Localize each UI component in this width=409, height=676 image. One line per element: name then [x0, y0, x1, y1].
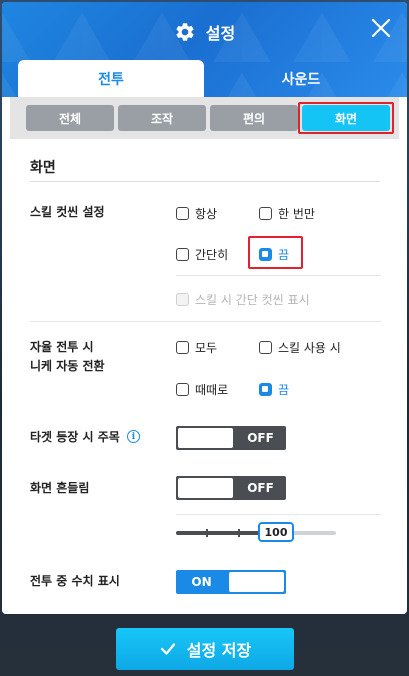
auto-switch-off-option[interactable]: 끔: [259, 381, 289, 398]
auto-switch-sometimes-option[interactable]: 때때로: [176, 381, 228, 398]
damage-display-toggle[interactable]: ON: [176, 570, 286, 594]
checkbox[interactable]: [259, 341, 272, 354]
screen-shake-toggle[interactable]: OFF: [176, 476, 286, 500]
checkbox-disabled: [176, 293, 189, 306]
checkbox[interactable]: [176, 341, 189, 354]
slider-tick: [238, 529, 240, 537]
screen-shake-label: 화면 흔들림: [30, 481, 90, 495]
option-label: 스킬 시 간단 컷씬 표시: [195, 293, 310, 307]
info-icon[interactable]: i: [127, 430, 140, 443]
slider-tick: [206, 529, 208, 537]
toggle-label: ON: [191, 575, 212, 589]
dialog-title: 설정: [205, 24, 236, 43]
skill-cutscene-simple-option[interactable]: 간단히: [176, 246, 228, 263]
toggle-knob: [178, 478, 233, 498]
option-label: 한 번만: [278, 207, 315, 221]
option-label: 간단히: [195, 248, 229, 262]
option-label: 항상: [195, 207, 218, 221]
row-divider: [30, 321, 381, 322]
save-button-label: 설정 저장: [186, 641, 252, 660]
subtab-all[interactable]: 전체: [26, 105, 114, 131]
subtabs-bar: 전체 조작 편의 화면: [10, 97, 399, 139]
auto-battle-label-line1: 자율 전투 시: [30, 340, 94, 354]
close-icon[interactable]: [369, 16, 393, 40]
damage-display-label: 전투 중 수치 표시: [30, 574, 120, 588]
checkbox-checked[interactable]: [259, 248, 272, 261]
settings-dialog: 설정 전투 사운드 전체 조작 편의 화면 화면 스킬 컷씬 설정 항상 한 번…: [2, 2, 407, 614]
checkbox[interactable]: [259, 207, 272, 220]
option-label: 끔: [278, 248, 290, 262]
auto-battle-label-line2: 니케 자동 전환: [30, 359, 105, 373]
checkbox[interactable]: [176, 207, 189, 220]
screen-shake-slider[interactable]: [176, 529, 336, 537]
slider-thumb[interactable]: 100: [258, 522, 294, 542]
auto-switch-all-option[interactable]: 모두: [176, 339, 217, 356]
inner-frame: 전체 조작 편의 화면 화면 스킬 컷씬 설정 항상 한 번만 간단히 끔 스킬…: [10, 97, 399, 607]
section-title: 화면: [30, 160, 56, 176]
checkbox[interactable]: [176, 248, 189, 261]
slider-fill: [176, 531, 260, 535]
skill-cutscene-label: 스킬 컷씬 설정: [30, 205, 105, 219]
option-label: 스킬 사용 시: [278, 341, 341, 355]
subtab-control[interactable]: 조작: [118, 105, 206, 131]
section-divider: [30, 181, 380, 182]
tab-sound[interactable]: 사운드: [206, 60, 396, 98]
tab-battle[interactable]: 전투: [18, 60, 204, 98]
toggle-label: OFF: [247, 431, 274, 445]
option-divider: [176, 514, 381, 515]
target-focus-label: 타겟 등장 시 주목: [30, 430, 120, 444]
auto-switch-skill-option[interactable]: 스킬 사용 시: [259, 339, 341, 356]
subtab-screen[interactable]: 화면: [302, 105, 390, 131]
save-settings-button[interactable]: 설정 저장: [116, 628, 294, 670]
toggle-knob: [178, 428, 233, 448]
check-icon: [159, 640, 177, 658]
option-divider: [176, 275, 381, 276]
title-wrap: 설정: [2, 20, 407, 44]
tab-content: 전체 조작 편의 화면 화면 스킬 컷씬 설정 항상 한 번만 간단히 끔 스킬…: [2, 97, 407, 614]
skill-simple-cutscene-option: 스킬 시 간단 컷씬 표시: [176, 291, 310, 308]
target-focus-toggle[interactable]: OFF: [176, 426, 286, 450]
checkbox[interactable]: [176, 383, 189, 396]
toggle-knob: [229, 572, 284, 592]
option-label: 끔: [278, 383, 290, 397]
toggle-label: OFF: [247, 481, 274, 495]
checkbox-checked[interactable]: [259, 383, 272, 396]
skill-cutscene-off-option[interactable]: 끔: [259, 246, 289, 263]
skill-cutscene-once-option[interactable]: 한 번만: [259, 205, 315, 222]
subtab-convenience[interactable]: 편의: [210, 105, 298, 131]
dialog-header: 설정 전투 사운드: [2, 2, 407, 98]
option-label: 때때로: [195, 383, 229, 397]
gear-icon: [174, 21, 196, 43]
option-label: 모두: [195, 341, 218, 355]
skill-cutscene-always-option[interactable]: 항상: [176, 205, 217, 222]
